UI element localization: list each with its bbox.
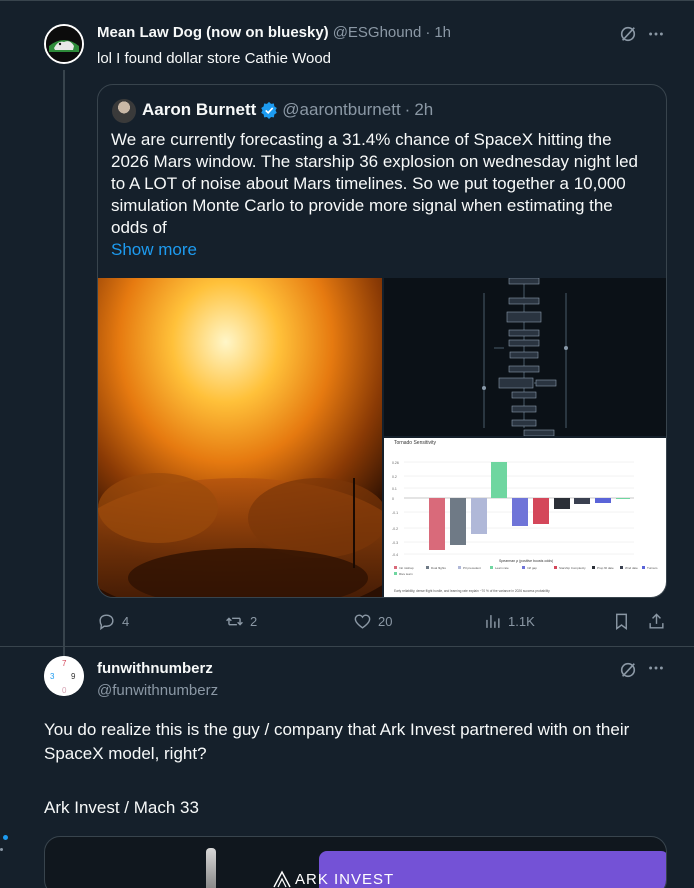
- share-icon: [649, 613, 664, 629]
- timestamp[interactable]: 1h: [434, 24, 451, 41]
- tweet2-text: You do realize this is the guy / company…: [44, 720, 630, 763]
- tweet2-handle-row: @funwithnumberz: [97, 682, 218, 699]
- quote-text: We are currently forecasting a 31.4% cha…: [111, 130, 639, 237]
- tweet-divider: [0, 646, 694, 647]
- avatar[interactable]: [44, 24, 84, 64]
- svg-text:0.26: 0.26: [392, 461, 399, 465]
- repost-icon: [226, 617, 243, 626]
- tornado-chart-image[interactable]: Tornado Sensitivity 0.26 0.2 0.1 0 -0.1 …: [384, 438, 666, 597]
- tornado-chart: 0.26 0.2 0.1 0 -0.1 -0.2 -0.3 -0.4 Spear…: [392, 461, 658, 593]
- share-button[interactable]: [647, 612, 666, 631]
- svg-text:7: 7: [62, 659, 67, 668]
- like-icon: [354, 614, 371, 629]
- svg-text:-0.4: -0.4: [392, 553, 398, 557]
- rocket-image: [206, 848, 216, 888]
- svg-text:Init mishap: Init mishap: [399, 566, 414, 570]
- more-icon[interactable]: [646, 24, 666, 44]
- reply-button[interactable]: 4: [97, 612, 129, 631]
- views-button[interactable]: 1.1K: [483, 612, 535, 631]
- bookmark-icon: [616, 613, 627, 631]
- ark-invest-label: ARK INVEST: [295, 871, 395, 888]
- more-icon[interactable]: [646, 658, 666, 678]
- edge-dot: [0, 848, 3, 851]
- tweet-header: Mean Law Dog (now on bluesky) @ESGhound …: [97, 24, 451, 41]
- svg-text:0.1: 0.1: [392, 487, 397, 491]
- views-count: 1.1K: [508, 614, 535, 629]
- thread-line: [63, 70, 65, 656]
- grok-icon[interactable]: [618, 660, 638, 680]
- tornado-x-label: Spearman ρ (positive boosts odds): [499, 559, 553, 563]
- svg-text:0: 0: [392, 497, 394, 501]
- svg-text:Rtev learn: Rtev learn: [399, 572, 413, 576]
- explosion-photo[interactable]: [98, 278, 382, 597]
- svg-text:9: 9: [71, 672, 76, 681]
- quote-avatar[interactable]: [112, 99, 136, 123]
- views-icon: [486, 615, 500, 628]
- svg-text:0: 0: [62, 686, 67, 695]
- tweet2-name-row: funwithnumberz: [97, 660, 213, 677]
- verified-badge-icon: [261, 101, 278, 119]
- repost-button[interactable]: 2: [225, 612, 257, 631]
- separator: ·: [425, 24, 431, 41]
- tornado-caption: Early reliability, dense flight hurdle, …: [394, 589, 550, 593]
- svg-text:P3 precedent: P3 precedent: [463, 566, 481, 570]
- tornado-chart-title: Tornado Sensitivity: [394, 440, 436, 446]
- svg-text:Prop fill date: Prop fill date: [597, 566, 614, 570]
- svg-text:Turnaro: Turnaro: [647, 566, 658, 570]
- like-button[interactable]: 20: [353, 612, 392, 631]
- top-divider: [0, 0, 694, 1]
- bookmark-button[interactable]: [612, 612, 631, 631]
- svg-text:-0.3: -0.3: [392, 541, 398, 545]
- quote-display-name[interactable]: Aaron Burnett: [142, 100, 256, 120]
- display-name[interactable]: Mean Law Dog (now on bluesky): [97, 24, 329, 41]
- svg-text:Starship Complexity: Starship Complexity: [559, 566, 586, 570]
- quote-separator: ·: [404, 100, 411, 119]
- svg-text:3: 3: [50, 672, 55, 681]
- repost-count: 2: [250, 614, 258, 629]
- quote-handle[interactable]: @aarontburnett: [282, 100, 400, 120]
- handle[interactable]: @ESGhound: [333, 24, 422, 41]
- tweet-text: lol I found dollar store Cathie Wood: [97, 50, 332, 67]
- notification-dot: [3, 835, 8, 840]
- display-name[interactable]: funwithnumberz: [97, 660, 213, 677]
- svg-text:-0.2: -0.2: [392, 527, 398, 531]
- svg-text:Wnd date: Wnd date: [625, 566, 638, 570]
- grok-icon[interactable]: [618, 24, 638, 44]
- ark-logo-icon: [273, 870, 291, 888]
- svg-text:-0.1: -0.1: [392, 511, 398, 515]
- show-more-link[interactable]: Show more: [111, 240, 197, 260]
- flowchart-image[interactable]: [384, 278, 666, 436]
- action-bar: 4 2 20 1.1K: [97, 612, 667, 632]
- svg-text:Learn rate: Learn rate: [495, 566, 509, 570]
- tweet2-text-second: Ark Invest / Mach 33: [44, 798, 199, 817]
- avatar[interactable]: 7 3 9 0: [44, 656, 84, 696]
- reply-icon: [99, 614, 114, 631]
- quote-timestamp[interactable]: 2h: [414, 100, 433, 120]
- handle[interactable]: @funwithnumberz: [97, 682, 218, 699]
- quote-header: Aaron Burnett @aarontburnett · 2h: [142, 100, 433, 120]
- svg-text:0.2: 0.2: [392, 475, 397, 479]
- quoted-tweet-card[interactable]: Aaron Burnett @aarontburnett · 2h We are…: [97, 84, 667, 598]
- svg-text:Infl gap: Infl gap: [527, 566, 537, 570]
- like-count: 20: [378, 614, 393, 629]
- reply-count: 4: [122, 614, 130, 629]
- svg-text:Dual flights: Dual flights: [431, 566, 446, 570]
